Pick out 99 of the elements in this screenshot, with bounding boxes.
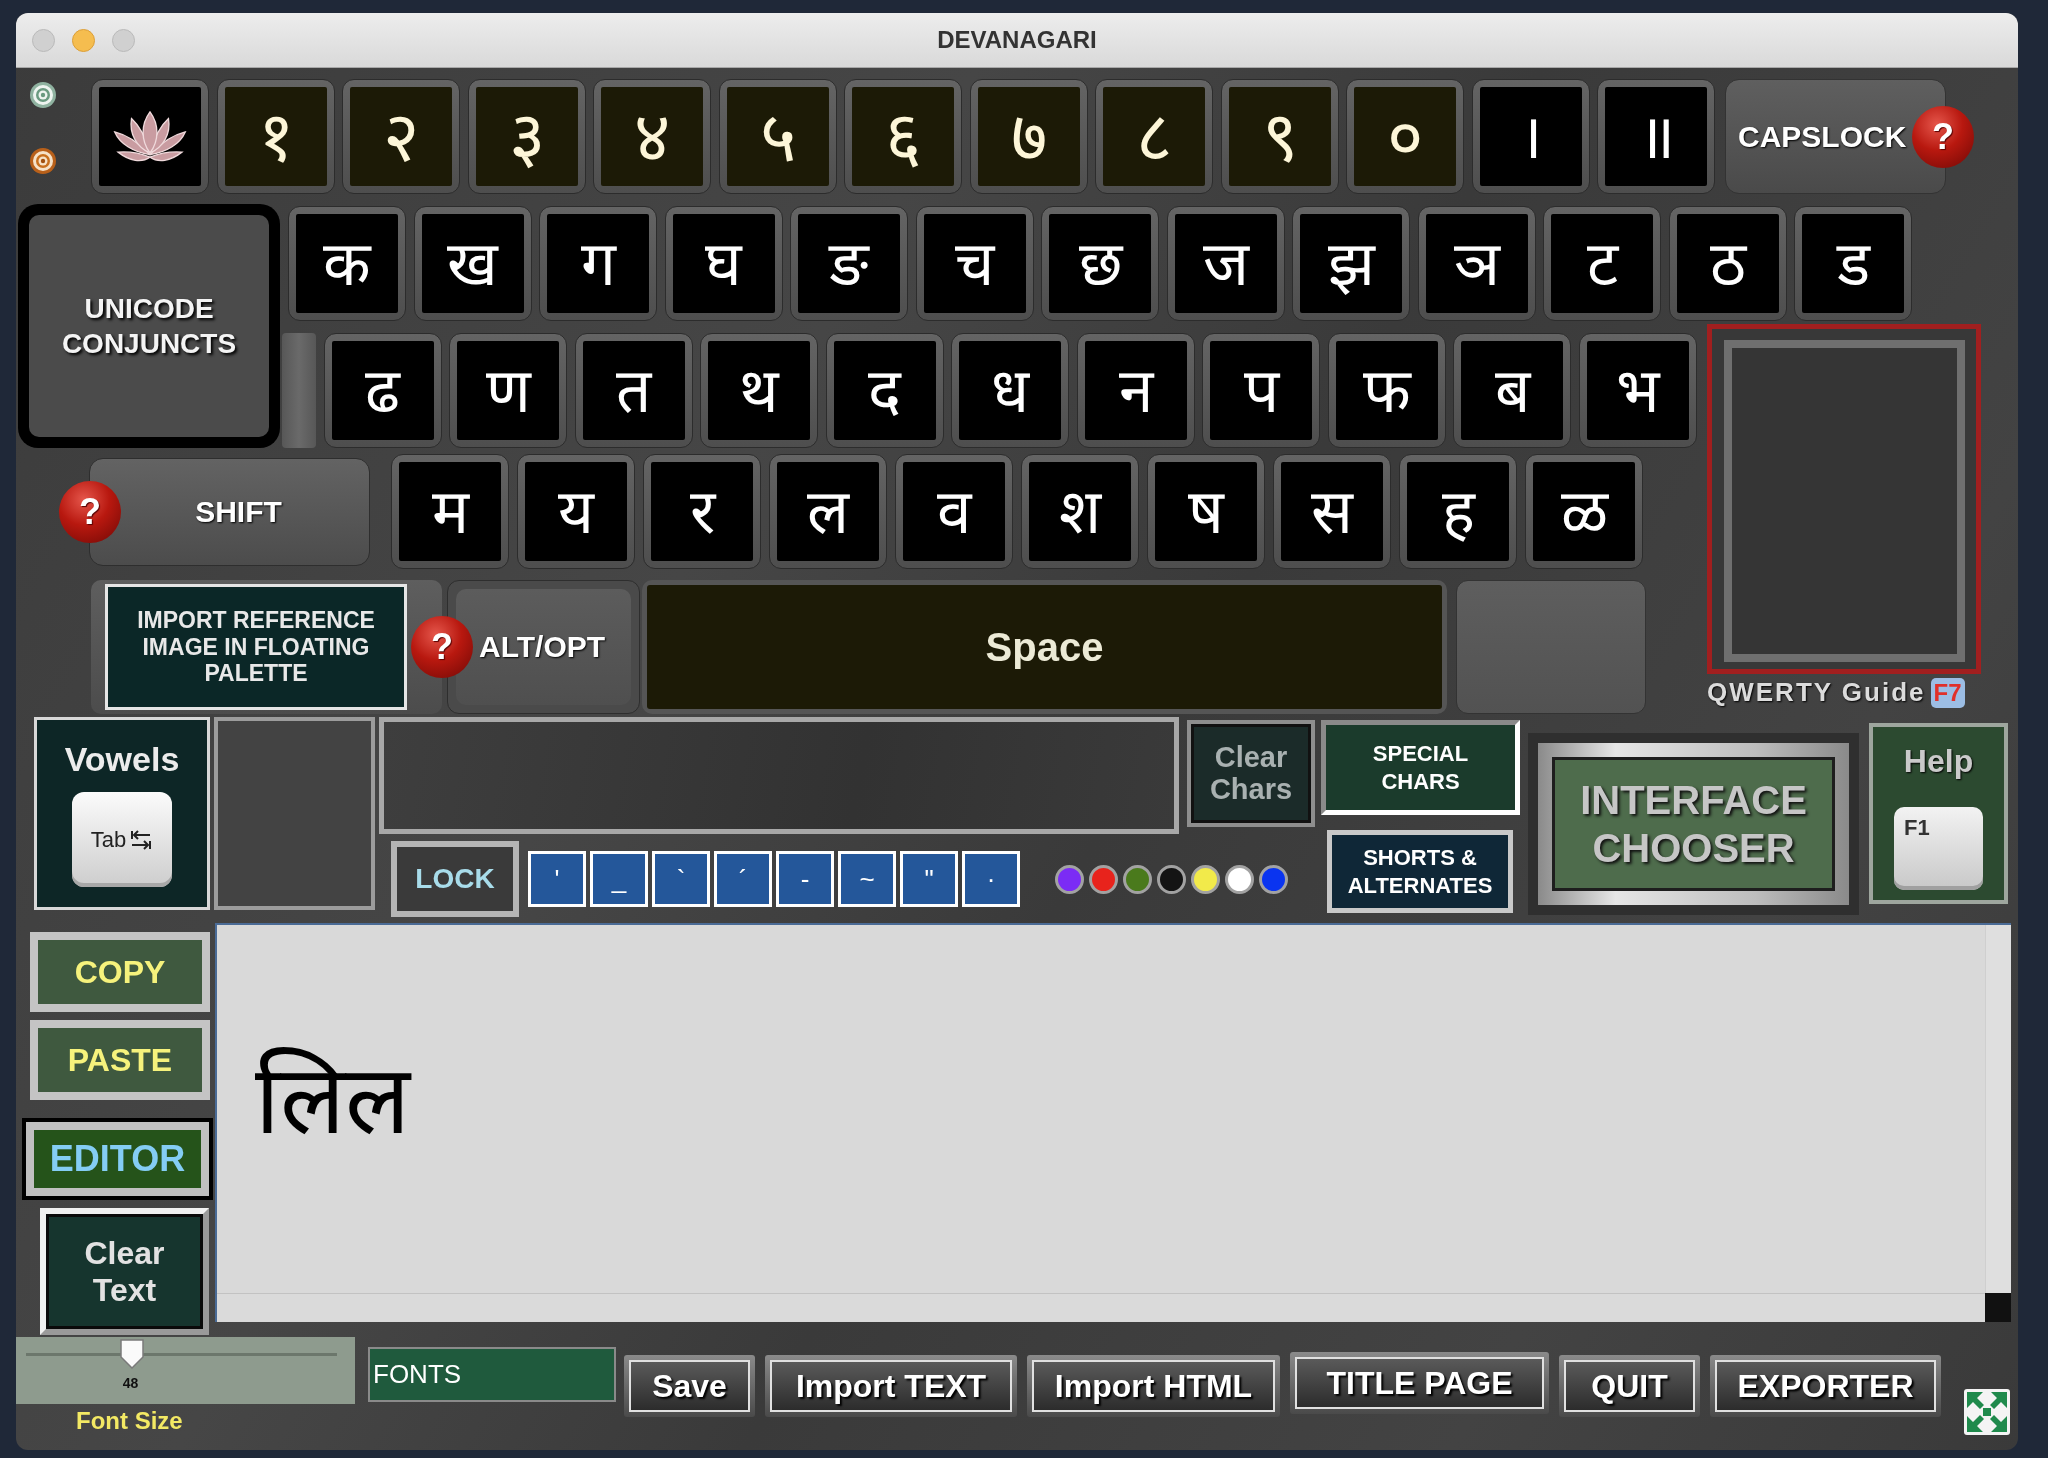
text-editor[interactable]: लिल (217, 925, 1985, 1293)
letter-key[interactable]: फ (1327, 333, 1446, 448)
tab-arrows-icon (129, 827, 154, 852)
letter-key[interactable]: घ (664, 206, 783, 321)
letter-key[interactable]: ण (449, 333, 567, 448)
swatch-icon[interactable] (1225, 864, 1254, 894)
danda-key[interactable]: । (1471, 79, 1590, 194)
digit-key[interactable]: ९ (1220, 79, 1339, 194)
quit-button[interactable]: QUIT (1559, 1355, 1700, 1417)
swatch-icon[interactable] (1191, 864, 1220, 894)
letter-key[interactable]: ष (1147, 454, 1265, 569)
swatch-icon[interactable] (1157, 864, 1186, 894)
import-html-button[interactable]: Import HTML (1027, 1355, 1280, 1417)
danda-key[interactable]: ॥ (1597, 79, 1715, 194)
shortcut-badge: F7 (1930, 677, 1965, 708)
letter-key[interactable]: य (517, 454, 635, 569)
accent-key[interactable]: ` (652, 851, 710, 907)
font-size-label: Font Size (76, 1407, 183, 1435)
accent-key[interactable]: ~ (838, 851, 896, 907)
letter-key[interactable]: ब (1453, 333, 1571, 448)
digit-key[interactable]: १ (216, 79, 335, 194)
accent-key[interactable]: ' (528, 851, 586, 907)
key-label: Tab (90, 826, 127, 853)
save-button[interactable]: Save (624, 1355, 755, 1417)
help-panel-button[interactable]: Help F1 (1869, 723, 2008, 904)
rings-icon[interactable] (30, 148, 56, 174)
unicode-conjuncts-button[interactable]: UNICODE CONJUNCTS (18, 204, 280, 448)
horizontal-scrollbar[interactable] (217, 1293, 1985, 1322)
font-size-value: 48 (122, 1376, 139, 1390)
scroll-corner (1985, 1293, 2011, 1322)
letter-key[interactable]: ध (951, 333, 1069, 448)
paste-button[interactable]: PASTE (30, 1020, 210, 1100)
letter-key[interactable]: क (288, 206, 406, 321)
clear-chars-button[interactable]: Clear Chars (1187, 720, 1315, 827)
digit-key[interactable]: ८ (1095, 79, 1213, 194)
letter-key[interactable]: द (825, 333, 944, 448)
letter-key[interactable]: ळ (1525, 454, 1643, 569)
letter-key[interactable]: स (1273, 454, 1391, 569)
lotus-key[interactable] (91, 79, 209, 194)
character-field[interactable] (379, 717, 1179, 834)
digit-key[interactable]: ३ (467, 79, 586, 194)
letter-key[interactable]: न (1076, 333, 1195, 448)
lock-button[interactable]: LOCK (391, 841, 519, 917)
swatch-icon[interactable] (1089, 864, 1118, 894)
letter-key[interactable]: ट (1543, 206, 1661, 321)
letter-key[interactable]: ज (1166, 206, 1285, 321)
letter-key[interactable]: ड (1794, 206, 1912, 321)
shorts-alternates-button[interactable]: SHORTS & ALTERNATES (1327, 830, 1513, 913)
accent-key[interactable]: ´ (714, 851, 772, 907)
editor-button[interactable]: EDITOR (22, 1118, 213, 1200)
letter-key[interactable]: ठ (1668, 206, 1787, 321)
letter-key[interactable]: ङ (790, 206, 908, 321)
letter-key[interactable]: प (1202, 333, 1320, 448)
swatch-icon[interactable] (1259, 864, 1288, 894)
exporter-button[interactable]: EXPORTER (1710, 1355, 1941, 1417)
clear-text-button[interactable]: Clear Text (40, 1208, 209, 1335)
space-key[interactable]: Space (642, 580, 1447, 714)
letter-key[interactable]: ञ (1417, 206, 1536, 321)
rings-icon[interactable] (30, 82, 56, 108)
letter-key[interactable]: म (391, 454, 509, 569)
digit-key[interactable]: ७ (969, 79, 1088, 194)
help-button[interactable]: ? (59, 480, 121, 543)
letter-key[interactable]: ल (769, 454, 887, 569)
qwerty-guide-label: QWERTY Guide (1707, 677, 1926, 708)
special-chars-button[interactable]: SPECIAL CHARS (1321, 720, 1520, 815)
swatch-icon[interactable] (1123, 864, 1152, 894)
fullscreen-icon[interactable] (1964, 1389, 2010, 1435)
accent-key[interactable]: " (900, 851, 958, 907)
f1-keycap: F1 (1894, 806, 1983, 890)
letter-key[interactable]: ख (413, 206, 532, 321)
digit-key[interactable]: ६ (844, 79, 962, 194)
accent-key[interactable]: _ (590, 851, 648, 907)
window-title: DEVANAGARI (937, 26, 1097, 54)
letter-key[interactable]: भ (1578, 333, 1697, 448)
digit-key[interactable]: ४ (593, 79, 711, 194)
fonts-field[interactable]: FONTS (368, 1347, 616, 1402)
letter-key[interactable]: त (574, 333, 693, 448)
vertical-scrollbar[interactable] (1985, 925, 2011, 1293)
vowels-button[interactable]: Vowels Tab (34, 717, 210, 910)
title-page-button[interactable]: TITLE PAGE (1290, 1352, 1549, 1414)
accent-key[interactable]: - (776, 851, 834, 907)
letter-key[interactable]: श (1021, 454, 1139, 569)
digit-key[interactable]: ५ (718, 79, 837, 194)
import-text-button[interactable]: Import TEXT (765, 1355, 1017, 1417)
letter-key[interactable]: झ (1292, 206, 1410, 321)
swatch-icon[interactable] (1055, 864, 1084, 894)
letter-key[interactable]: ढ (323, 333, 442, 448)
letter-key[interactable]: थ (700, 333, 818, 448)
accent-key[interactable]: · (962, 851, 1020, 907)
letter-key[interactable]: र (643, 454, 761, 569)
letter-key[interactable]: ग (539, 206, 657, 321)
letter-key[interactable]: ह (1399, 454, 1517, 569)
digit-key[interactable]: ० (1346, 79, 1464, 194)
copy-button[interactable]: COPY (30, 932, 210, 1012)
slider-thumb[interactable] (119, 1339, 144, 1369)
digit-key[interactable]: २ (342, 79, 460, 194)
letter-key[interactable]: व (895, 454, 1013, 569)
letter-key[interactable]: च (915, 206, 1034, 321)
letter-key[interactable]: छ (1041, 206, 1159, 321)
